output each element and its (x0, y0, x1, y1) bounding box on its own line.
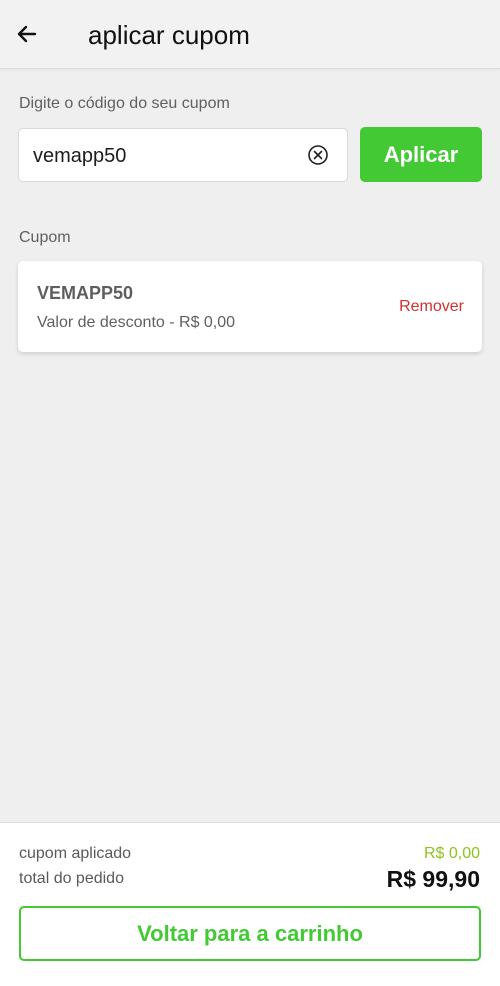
order-summary-footer: cupom aplicado R$ 0,00 total do pedido R… (0, 822, 500, 986)
order-total-row: total do pedido R$ 99,90 (19, 866, 480, 896)
clear-input-button[interactable] (307, 144, 329, 166)
applied-coupon-card: VEMAPP50 Valor de desconto - R$ 0,00 Rem… (18, 261, 482, 352)
back-to-cart-button[interactable]: Voltar para a carrinho (19, 906, 481, 961)
apply-coupon-button[interactable]: Aplicar (360, 127, 482, 182)
applied-coupon-code: VEMAPP50 (37, 283, 134, 303)
arrow-left-icon (17, 25, 37, 43)
coupon-applied-value: R$ 0,00 (423, 845, 480, 862)
app-bar: aplicar cupom (0, 0, 500, 69)
order-total-value: R$ 99,90 (386, 866, 480, 892)
coupon-code-label: Digite o código do seu cupom (19, 95, 230, 112)
remove-coupon-button[interactable]: Remover (399, 298, 464, 316)
coupon-applied-row: cupom aplicado R$ 0,00 (19, 845, 480, 865)
coupon-applied-label: cupom aplicado (19, 845, 132, 862)
coupon-section-label: Cupom (19, 229, 71, 246)
discount-value-text: Valor de desconto - R$ 0,00 (37, 314, 236, 331)
clear-circle-x-icon (308, 145, 328, 165)
order-total-label: total do pedido (19, 870, 124, 887)
page-title: aplicar cupom (88, 20, 250, 50)
coupon-code-input[interactable] (31, 129, 295, 183)
coupon-input-container (18, 128, 348, 183)
back-button[interactable] (10, 16, 44, 52)
